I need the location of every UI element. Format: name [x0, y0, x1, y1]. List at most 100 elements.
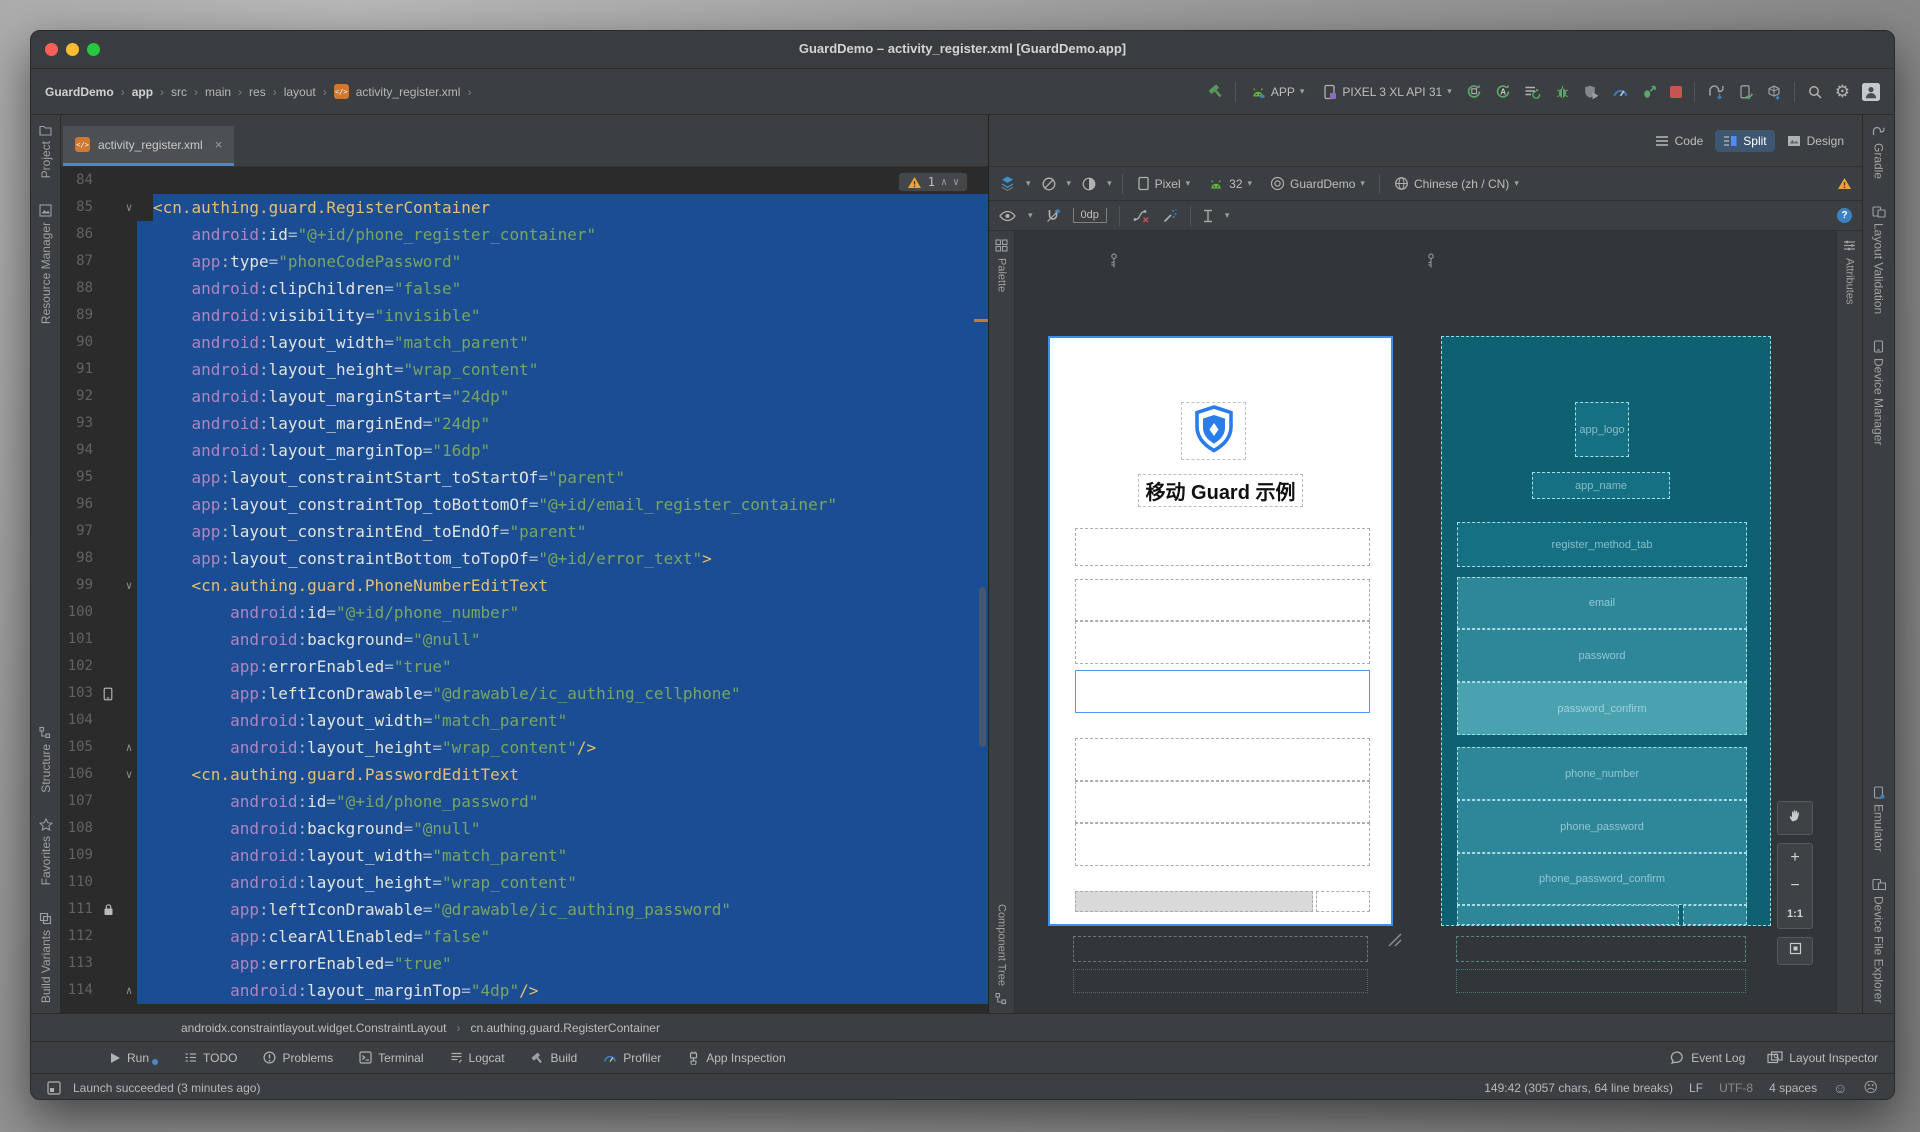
- view-options-icon[interactable]: [999, 210, 1016, 222]
- breadcrumb-item[interactable]: layout: [284, 85, 316, 99]
- preview-device-dropdown[interactable]: Pixel ▾: [1133, 173, 1195, 194]
- render-warning-icon[interactable]: [1837, 177, 1852, 190]
- preview-field-phone_password_confirm[interactable]: [1075, 823, 1370, 866]
- breadcrumb-item[interactable]: main: [205, 85, 231, 99]
- guidelines-icon[interactable]: [1203, 209, 1213, 223]
- next-problem-icon[interactable]: ∨: [953, 177, 959, 188]
- code-line[interactable]: 110 android:layout_height="wrap_content": [61, 869, 988, 896]
- code-line[interactable]: 107 android:id="@+id/phone_password": [61, 788, 988, 815]
- stop-icon[interactable]: [1669, 85, 1682, 98]
- breadcrumb-item[interactable]: src: [171, 85, 187, 99]
- code-line[interactable]: 113 app:errorEnabled="true": [61, 950, 988, 977]
- preview-device-screen[interactable]: 移动 Guard 示例: [1048, 336, 1393, 926]
- zoom-out-button[interactable]: −: [1778, 872, 1812, 900]
- tool-window-button-favorites[interactable]: Favorites: [38, 818, 53, 886]
- close-tab-icon[interactable]: ×: [215, 137, 223, 152]
- app-title[interactable]: 移动 Guard 示例: [1050, 474, 1391, 507]
- code-line[interactable]: 101 android:background="@null": [61, 626, 988, 653]
- breadcrumb-constraintlayout[interactable]: androidx.constraintlayout.widget.Constra…: [181, 1021, 447, 1035]
- code-line[interactable]: 105 ∧ android:layout_height="wrap_content…: [61, 734, 988, 761]
- mode-split[interactable]: Split: [1715, 129, 1775, 152]
- tool-window-switcher-icon[interactable]: [47, 1080, 61, 1095]
- avatar-icon[interactable]: [1862, 82, 1880, 101]
- code-line[interactable]: 96 app:layout_constraintTop_toBottomOf="…: [61, 491, 988, 518]
- blueprint-view-register_method_tab[interactable]: register_method_tab: [1457, 522, 1747, 567]
- app-logo-placeholder[interactable]: [1181, 402, 1246, 460]
- code-line[interactable]: 103 app:leftIconDrawable="@drawable/ic_a…: [61, 680, 988, 707]
- night-mode-icon[interactable]: [1081, 176, 1097, 192]
- tool-window-button-emulator[interactable]: Emulator: [1872, 786, 1886, 852]
- code-line[interactable]: 92 android:layout_marginStart="24dp": [61, 383, 988, 410]
- tool-window-button-layout-validation[interactable]: Layout Validation: [1872, 205, 1886, 314]
- blueprint-view-app_logo[interactable]: app_logo: [1575, 402, 1629, 457]
- tool-window-button-build-variants[interactable]: Build Variants: [39, 912, 53, 1003]
- inspection-widget[interactable]: 1 ∧ ∨: [897, 172, 968, 192]
- profile-icon[interactable]: [1612, 84, 1629, 100]
- error-stripe-mark[interactable]: [974, 319, 988, 322]
- previous-problem-icon[interactable]: ∧: [941, 177, 947, 188]
- code-line[interactable]: 109 android:layout_width="match_parent": [61, 842, 988, 869]
- code-line[interactable]: 89 android:visibility="invisible": [61, 302, 988, 329]
- tool-window-button-run[interactable]: Run: [109, 1051, 159, 1065]
- zoom-ratio-button[interactable]: 1:1: [1778, 900, 1812, 928]
- code-line[interactable]: 108 android:background="@null": [61, 815, 988, 842]
- run-configurations-icon[interactable]: [1524, 84, 1542, 100]
- code-line[interactable]: 90 android:layout_width="match_parent": [61, 329, 988, 356]
- code-line[interactable]: 111 app:leftIconDrawable="@drawable/ic_a…: [61, 896, 988, 923]
- preview-field-email[interactable]: [1075, 579, 1370, 621]
- tool-window-button-app-inspection[interactable]: App Inspection: [687, 1051, 786, 1065]
- attributes-tab[interactable]: Attributes: [1844, 258, 1856, 304]
- blueprint-view-phone_number[interactable]: phone_number: [1457, 747, 1747, 800]
- blueprint-device-screen[interactable]: app_logo app_name register_method_tab email…: [1441, 336, 1771, 926]
- gradle-sync-icon[interactable]: [1707, 83, 1726, 100]
- breadcrumb-item[interactable]: activity_register.xml: [356, 85, 461, 99]
- tool-window-button-logcat[interactable]: Logcat: [450, 1051, 505, 1065]
- zoom-in-button[interactable]: +: [1778, 844, 1812, 872]
- orientation-icon[interactable]: [1041, 176, 1057, 192]
- bottom-bar-placeholder[interactable]: [1075, 891, 1313, 912]
- tool-window-button-project[interactable]: Project: [39, 125, 53, 178]
- tool-window-button-device-manager[interactable]: Device Manager: [1872, 340, 1886, 446]
- caret-position[interactable]: 149:42 (3057 chars, 64 line breaks): [1484, 1081, 1673, 1095]
- tool-window-button-terminal[interactable]: Terminal: [359, 1051, 424, 1065]
- default-margin-selector[interactable]: 0dp: [1072, 208, 1107, 223]
- tool-window-button-event-log[interactable]: Event Log: [1670, 1051, 1745, 1065]
- autoconnect-off-icon[interactable]: [1045, 208, 1061, 224]
- file-encoding[interactable]: UTF-8: [1719, 1081, 1753, 1095]
- mode-design[interactable]: Design: [1779, 130, 1852, 152]
- build-hammer-icon[interactable]: [1208, 83, 1225, 100]
- help-icon[interactable]: ?: [1837, 208, 1852, 223]
- tool-window-button-device-file-explorer[interactable]: Device File Explorer: [1872, 878, 1886, 1003]
- breadcrumb-item[interactable]: res: [249, 85, 266, 99]
- code-editor[interactable]: 84 85 ∨ <cn.authing.guard.RegisterContainer…: [61, 167, 988, 1013]
- device-manager-icon[interactable]: [1738, 84, 1754, 100]
- code-line[interactable]: 85 ∨ <cn.authing.guard.RegisterContainer: [61, 194, 988, 221]
- preview-field-password_confirm[interactable]: [1075, 670, 1370, 713]
- blueprint-view-phone_password[interactable]: phone_password: [1457, 800, 1747, 853]
- line-separator[interactable]: LF: [1689, 1081, 1703, 1095]
- search-everywhere-icon[interactable]: [1807, 84, 1823, 100]
- apply-code-changes-icon[interactable]: A: [1495, 83, 1512, 100]
- tool-window-button-build[interactable]: Build: [531, 1051, 577, 1065]
- api-level-dropdown[interactable]: 32 ▾: [1204, 174, 1256, 194]
- code-line[interactable]: 95 app:layout_constraintStart_toStartOf=…: [61, 464, 988, 491]
- tool-window-button-resource-manager[interactable]: Resource Manager: [39, 204, 53, 324]
- tool-window-button-layout-inspector[interactable]: Layout Inspector: [1767, 1051, 1878, 1065]
- apply-changes-restart-icon[interactable]: [1641, 84, 1658, 100]
- preview-field-password[interactable]: [1075, 621, 1370, 664]
- settings-icon[interactable]: ⚙: [1835, 83, 1850, 100]
- blueprint-view-password[interactable]: password: [1457, 629, 1747, 682]
- code-line[interactable]: 106 ∨ <cn.authing.guard.PasswordEditText: [61, 761, 988, 788]
- design-surface-icon[interactable]: [999, 175, 1016, 192]
- code-line[interactable]: 91 android:layout_height="wrap_content": [61, 356, 988, 383]
- code-line[interactable]: 98 app:layout_constraintBottom_toTopOf="…: [61, 545, 988, 572]
- theme-dropdown[interactable]: GuardDemo ▾: [1266, 173, 1369, 194]
- locale-dropdown[interactable]: Chinese (zh / CN) ▾: [1390, 173, 1523, 194]
- tool-window-button-structure[interactable]: Structure: [39, 726, 53, 792]
- blueprint-view-email[interactable]: email: [1457, 577, 1747, 629]
- pan-hand-button[interactable]: [1777, 801, 1813, 835]
- preview-field-phone_number[interactable]: [1075, 738, 1370, 781]
- tool-window-button-profiler[interactable]: Profiler: [603, 1051, 661, 1065]
- code-line[interactable]: 102 app:errorEnabled="true": [61, 653, 988, 680]
- indent-setting[interactable]: 4 spaces: [1769, 1081, 1817, 1095]
